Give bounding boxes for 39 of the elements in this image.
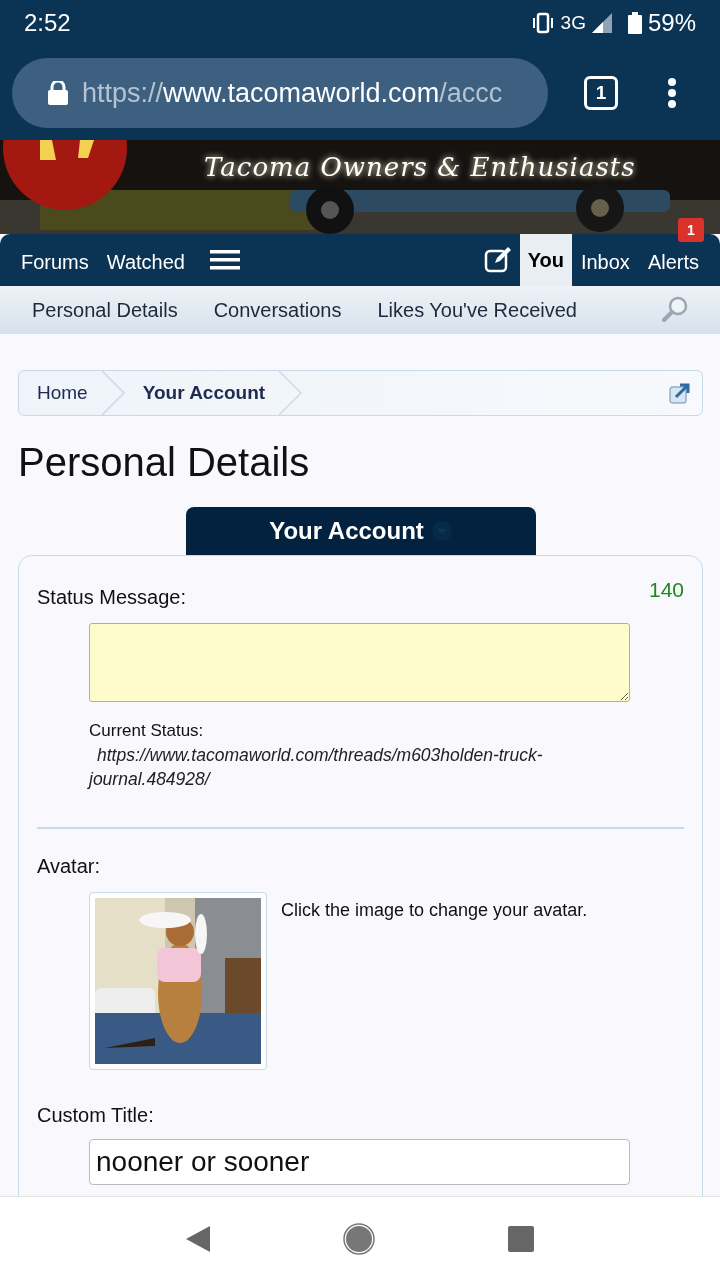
menu-icon[interactable] — [210, 250, 240, 270]
subnav-link[interactable]: Personal Details — [32, 298, 178, 322]
subnav-link[interactable]: Likes You've Received — [377, 298, 577, 322]
more-menu-icon[interactable] — [668, 78, 676, 108]
network-type: 3G — [560, 12, 586, 34]
status-message-field[interactable] — [89, 623, 630, 702]
subnav-link[interactable]: Conversations — [213, 298, 342, 322]
recents-icon[interactable] — [507, 1225, 534, 1252]
current-status-label: Current Status: — [89, 720, 205, 742]
url-text: https://www.tacomaworld.com/accc — [82, 77, 503, 109]
field-label: Status Message: — [37, 586, 186, 609]
alert-count-badge: 1 — [678, 218, 704, 242]
section-tab[interactable]: Your Account — [185, 507, 536, 555]
address-bar[interactable]: https://www.tacomaworld.com/accc — [12, 58, 548, 128]
clock-time: 2:52 — [24, 9, 71, 37]
nav-tab[interactable]: Watched — [97, 238, 194, 286]
field-label: Avatar: — [37, 855, 100, 878]
vibrate-icon — [530, 12, 555, 34]
site-tagline: Tacoma Owners & Enthusiasts — [204, 152, 636, 182]
lock-icon — [48, 81, 68, 105]
page-title: Personal Details — [18, 440, 310, 485]
current-breadcrumb[interactable]: Your Account — [142, 382, 266, 404]
battery-level: 59% — [647, 9, 696, 37]
custom-title-field[interactable]: nooner or sooner — [89, 1139, 630, 1185]
jump-icon[interactable] — [668, 381, 692, 405]
tab-count-button[interactable]: 1 — [584, 76, 618, 110]
nav-tab[interactable]: Inbox — [571, 238, 639, 286]
avatar-hint: Click the image to change your avatar. — [281, 900, 588, 922]
breadcrumb-link[interactable]: Home — [37, 382, 88, 404]
nav-tab[interactable]: You — [519, 234, 572, 286]
home-icon[interactable] — [343, 1222, 375, 1255]
back-icon[interactable] — [186, 1225, 211, 1252]
character-counter: 140 — [648, 578, 684, 602]
field-label: Custom Title: — [37, 1104, 154, 1127]
signal-icon — [591, 13, 612, 33]
current-status-text: https://www.tacomaworld.com/threads/m603holden-truck-journal.484928/ — [89, 744, 544, 791]
edit-icon[interactable] — [483, 247, 512, 273]
nav-tab[interactable]: Forums — [12, 238, 98, 286]
battery-icon — [627, 12, 642, 34]
